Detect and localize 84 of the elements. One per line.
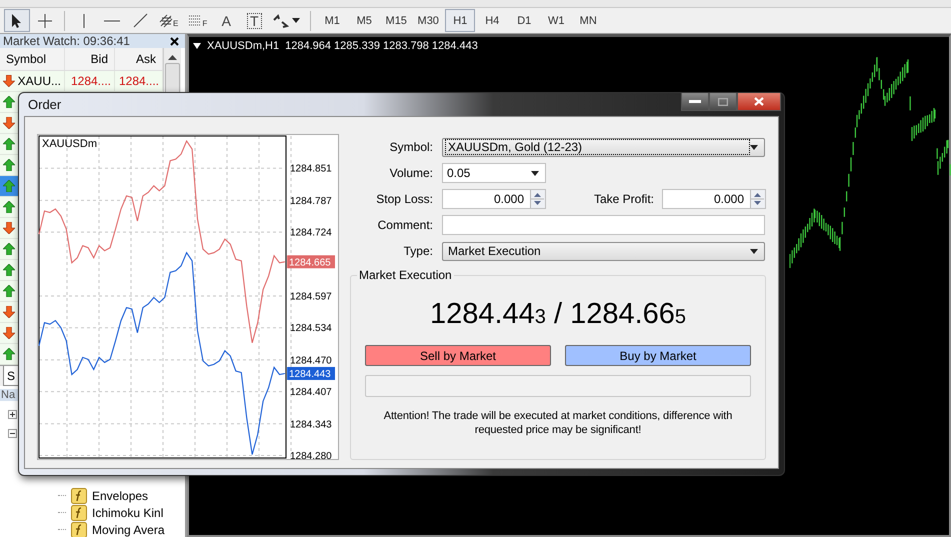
bid-cell: 1284....: [65, 71, 115, 91]
chart-symbol-label: XAUUSDm: [42, 138, 98, 150]
axis-tick-label: 1284.597: [290, 292, 332, 302]
symbol-cell: XAUU...: [0, 71, 65, 91]
comment-field[interactable]: [442, 215, 765, 235]
horizontal-line-icon: [104, 18, 120, 22]
caret-icon: [531, 170, 539, 176]
axis-tick-label: 1284.724: [290, 228, 332, 239]
timeframe-button[interactable]: M1: [317, 9, 348, 32]
axis-tick-label: 1284.280: [290, 450, 332, 459]
quote-row[interactable]: XAUU... 1284.... 1284....: [0, 71, 163, 92]
dialog-title: Order: [27, 97, 62, 112]
tool-button[interactable]: E: [155, 9, 182, 32]
timeframe-button[interactable]: D1: [509, 9, 540, 32]
chart-ohlc: 1284.964 1285.339 1283.798 1284.443: [285, 40, 478, 52]
function-icon: [71, 488, 87, 504]
type-select[interactable]: Market Execution: [442, 242, 765, 260]
column-header[interactable]: Symbol: [0, 48, 65, 70]
timeframe-button[interactable]: M5: [349, 9, 380, 32]
price-tag: 1284.443: [287, 366, 335, 380]
axis-tick-label: 1284.407: [290, 387, 332, 398]
field-label: Volume:: [388, 166, 434, 180]
text-tool-glyph: A: [222, 12, 231, 28]
timeframe-button[interactable]: M30: [413, 9, 444, 32]
field-label: Type:: [402, 244, 434, 258]
price-quote: 1284.443 / 1284.665: [430, 298, 686, 331]
buy-button[interactable]: Buy by Market: [565, 345, 751, 366]
expand-icon[interactable]: [8, 410, 17, 419]
timeframe-button[interactable]: H4: [477, 9, 508, 32]
collapse-icon[interactable]: [8, 429, 17, 438]
timeframe-button[interactable]: MN: [573, 9, 604, 32]
caret-icon: [292, 18, 300, 23]
close-icon: [754, 97, 764, 106]
field-label: Symbol:: [388, 140, 434, 154]
panel-tab[interactable]: S: [3, 366, 20, 386]
function-icon: [71, 522, 87, 537]
tool-button[interactable]: A: [213, 9, 240, 32]
tool-button[interactable]: [4, 9, 30, 32]
take-profit-field[interactable]: 0.000: [662, 189, 766, 209]
price-tag: 1284.665: [287, 255, 335, 268]
axis-tick-label: 1284.851: [290, 164, 332, 175]
group-title: Market Execution: [358, 268, 453, 282]
indicator-item[interactable]: Moving Avera: [92, 522, 164, 536]
timeframe-button[interactable]: M15: [381, 9, 412, 32]
panel-title: Na: [1, 389, 16, 401]
axis-tick-label: 1284.787: [290, 196, 332, 207]
tool-button[interactable]: T: [241, 9, 268, 32]
minimize-button[interactable]: [681, 93, 709, 111]
axis-tick-label: 1284.534: [290, 323, 332, 334]
symbol-select[interactable]: XAUUSDm, Gold (12-23): [442, 138, 765, 156]
stop-loss-field[interactable]: 0.000: [442, 189, 546, 209]
maximize-icon: [718, 98, 728, 106]
spin-buttons[interactable]: [750, 190, 765, 208]
sell-button[interactable]: Sell by Market: [365, 345, 551, 366]
field-label: Stop Loss:: [375, 192, 434, 206]
volume-combo[interactable]: 0.05: [442, 163, 546, 183]
trendline-icon: [132, 13, 148, 28]
chart-symbol: XAUUSDm,H1: [207, 40, 280, 52]
vertical-line-icon: [82, 12, 86, 28]
tool-button[interactable]: F: [184, 9, 212, 32]
minimize-icon: [689, 100, 701, 104]
panel-title: Market Watch: 09:36:41: [3, 34, 130, 48]
axis-tick-label: 1284.470: [290, 355, 332, 366]
caret-icon: [750, 144, 758, 150]
column-header[interactable]: Bid: [65, 48, 115, 70]
caret-icon: [750, 248, 758, 254]
close-button[interactable]: [737, 93, 781, 111]
field-label: Take Profit:: [592, 192, 655, 206]
spin-buttons[interactable]: [530, 190, 545, 208]
indicator-item[interactable]: Ichimoku Kinl: [92, 506, 164, 520]
indicator-item[interactable]: Envelopes: [92, 488, 148, 502]
cursor-icon: [11, 12, 23, 28]
scroll-up-icon[interactable]: [168, 54, 177, 60]
field-label: Comment:: [376, 218, 434, 232]
timeframe-button[interactable]: W1: [541, 9, 572, 32]
axis-tick-label: 1284.343: [290, 419, 332, 430]
function-icon: [71, 504, 87, 520]
timeframe-button[interactable]: H1: [445, 9, 476, 32]
maximize-button[interactable]: [709, 93, 737, 111]
notice-text: Attention! The trade will be executed at market conditions, difference with requested price may be significant!: [382, 409, 734, 437]
dropdown-icon[interactable]: [193, 43, 201, 49]
crosshair-icon: [37, 12, 53, 28]
text-label-glyph: T: [246, 12, 262, 28]
close-icon[interactable]: [170, 36, 179, 46]
